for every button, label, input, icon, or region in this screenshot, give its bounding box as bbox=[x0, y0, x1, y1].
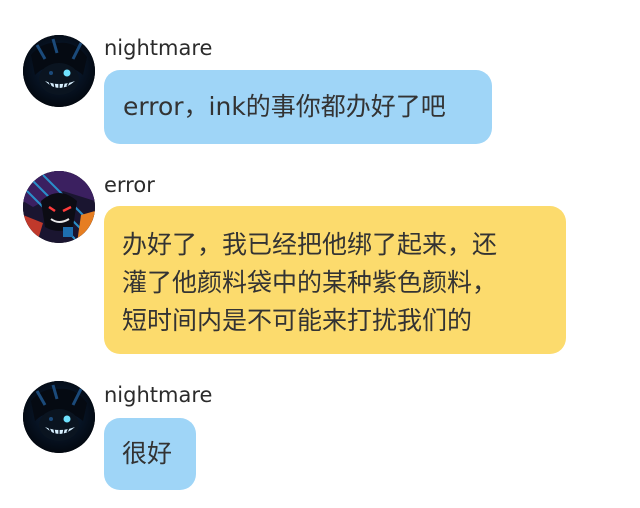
error-avatar[interactable] bbox=[23, 171, 95, 243]
message-bubble[interactable]: 很好 bbox=[104, 418, 196, 490]
sender-name: error bbox=[104, 173, 155, 197]
error-avatar-image bbox=[23, 171, 95, 243]
message-bubble[interactable]: error，ink的事你都办好了吧 bbox=[104, 70, 492, 144]
message-text: 很好 bbox=[122, 439, 173, 468]
nightmare-avatar[interactable] bbox=[23, 381, 95, 453]
message-text-line: 灌了他颜料袋中的某种紫色颜料， bbox=[122, 268, 498, 297]
message-text-line: 办好了，我已经把他绑了起来，还 bbox=[122, 230, 498, 259]
chat-conversation: nightmare error，ink的事你都办好了吧 error 办好了，我已… bbox=[0, 0, 640, 508]
message-text: error，ink的事你都办好了吧 bbox=[123, 92, 446, 121]
sender-name: nightmare bbox=[104, 36, 213, 60]
message-text-line: 短时间内是不可能来打扰我们的 bbox=[122, 306, 473, 335]
nightmare-avatar-image bbox=[23, 35, 95, 107]
message-bubble[interactable]: 办好了，我已经把他绑了起来，还 灌了他颜料袋中的某种紫色颜料， 短时间内是不可能… bbox=[104, 206, 566, 354]
sender-name: nightmare bbox=[104, 383, 213, 407]
nightmare-avatar-image bbox=[23, 381, 95, 453]
nightmare-avatar[interactable] bbox=[23, 35, 95, 107]
